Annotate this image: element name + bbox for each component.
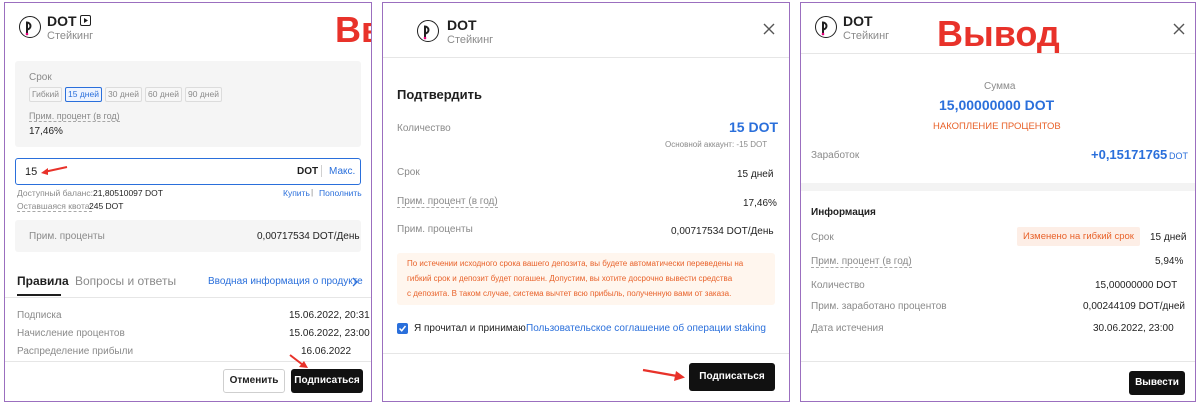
term-box (15, 61, 361, 147)
footer-divider (383, 353, 789, 354)
term-changed-badge: Изменено на гибкий срок (1017, 227, 1140, 246)
apr-label: Прим. процент (в год) (397, 196, 498, 208)
staking-enter-panel: DOT Стейкинг Ввод Срок Гибкий 15 дней 30… (4, 2, 372, 402)
term-option-90[interactable]: 90 дней (185, 87, 222, 102)
term-value: 15 дней (1150, 232, 1187, 243)
polkadot-logo-icon (815, 16, 837, 38)
earnings-label: Заработок (811, 150, 860, 161)
buy-link[interactable]: Купить (283, 188, 310, 198)
expiry-value: 30.06.2022, 23:00 (1093, 323, 1174, 334)
est-interest-value: 0,00717534 DOT/День (257, 231, 360, 242)
term-label: Срок (29, 72, 52, 83)
subscription-label: Подписка (17, 310, 62, 321)
term-option-60[interactable]: 60 дней (145, 87, 182, 102)
info-heading: Информация (811, 207, 876, 218)
interest-value: 0,00717534 DOT/День (671, 226, 774, 237)
qty-label: Количество (811, 280, 865, 291)
confirm-heading: Подтвердить (397, 87, 483, 102)
withdraw-button[interactable]: Вывести (1129, 371, 1185, 395)
tab-rules[interactable]: Правила (17, 274, 69, 288)
notice-line-1: По истечении исходного срока вашего депо… (407, 259, 744, 268)
agree-text: Я прочитал и принимаю (414, 323, 526, 334)
subscribe-button[interactable]: Подписаться (689, 363, 775, 391)
coin-name: DOT (843, 13, 873, 29)
max-button[interactable]: Макс. (329, 166, 355, 177)
notice-line-2: гибкий срок и депозит будет погашен. Доп… (407, 274, 733, 283)
interest-accrual-label: Начисление процентов (17, 328, 125, 339)
term-option-30[interactable]: 30 дней (105, 87, 142, 102)
section-separator (801, 183, 1195, 191)
term-option-flexible[interactable]: Гибкий (29, 87, 62, 102)
video-icon[interactable] (80, 15, 91, 26)
page-subtitle: Стейкинг (47, 30, 94, 42)
footer-divider (801, 361, 1195, 362)
header-divider (801, 53, 1195, 54)
coin-name: DOT (447, 17, 477, 33)
staking-confirm-panel: DOT Стейкинг Подтвердить Количество 15 D… (382, 2, 790, 402)
amount-unit: DOT (297, 166, 319, 177)
sum-label: Сумма (984, 81, 1016, 92)
apr-label: Прим. процент (в год) (811, 256, 912, 268)
profit-distribution-label: Распределение прибыли (17, 346, 134, 357)
earned-interest-label: Прим. заработано процентов (811, 301, 947, 312)
product-intro-link[interactable]: Вводная информация о продукте (208, 276, 363, 287)
status-label: НАКОПЛЕНИЕ ПРОЦЕНТОВ (933, 121, 1061, 132)
agree-checkbox[interactable] (397, 323, 408, 334)
main-account-note: Основной аккаунт: -15 DOT (665, 140, 768, 149)
user-agreement-link[interactable]: Пользовательское соглашение об операции … (526, 323, 766, 334)
quota-value: 245 DOT (89, 201, 124, 211)
close-icon[interactable] (1173, 23, 1185, 35)
qty-label: Количество (397, 123, 451, 134)
qty-value: 15 DOT (729, 119, 779, 135)
term-label: Срок (397, 167, 420, 178)
polkadot-logo-icon (19, 16, 41, 38)
close-icon[interactable] (763, 23, 775, 35)
interest-label: Прим. проценты (397, 224, 473, 235)
footer-divider (5, 361, 371, 362)
expiry-label: Дата истечения (811, 323, 884, 334)
apr-value: 17,46% (29, 126, 63, 137)
staking-withdraw-panel: DOT Стейкинг Вывод Сумма 15,00000000 DOT… (800, 2, 1196, 402)
tabs-divider (5, 297, 371, 298)
polkadot-logo-icon (417, 20, 439, 42)
earnings-unit: DOT (1169, 151, 1188, 161)
notice-line-3: с депозита. В таком случае, система вычт… (407, 289, 732, 298)
coin-name: DOT (47, 13, 77, 29)
subscription-value: 15.06.2022, 20:31 (289, 310, 370, 321)
arrow-annotation-icon (41, 166, 68, 175)
tab-rules-underline (17, 294, 61, 296)
available-balance-label: Доступный баланс: (17, 188, 93, 198)
subscribe-button[interactable]: Подписаться (291, 369, 363, 393)
arrow-annotation-icon (642, 368, 685, 381)
overlay-label-enter: Ввод (335, 9, 371, 50)
header-divider (383, 57, 789, 58)
apr-value: 5,94% (1155, 256, 1184, 267)
apr-value: 17,46% (743, 198, 777, 209)
apr-label: Прим. процент (в год) (29, 111, 120, 122)
overlay-label-withdraw: Вывод (937, 13, 1060, 54)
cancel-button[interactable]: Отменить (223, 369, 285, 393)
link-separator: | (311, 187, 314, 197)
page-subtitle: Стейкинг (843, 30, 890, 42)
deposit-link[interactable]: Пополнить (319, 188, 362, 198)
available-balance-value: 21,80510097 DOT (93, 188, 163, 198)
sum-value: 15,00000000 DOT (939, 97, 1055, 113)
est-interest-label: Прим. проценты (29, 231, 105, 242)
interest-accrual-value: 15.06.2022, 23:00 (289, 328, 370, 339)
quota-label: Оставшаяся квота: (17, 201, 92, 212)
term-value: 15 дней (737, 169, 774, 180)
check-icon (398, 325, 407, 332)
amount-value: 15 (25, 166, 38, 178)
qty-value: 15,00000000 DOT (1095, 280, 1178, 291)
tab-faq[interactable]: Вопросы и ответы (75, 274, 176, 288)
term-option-15[interactable]: 15 дней (65, 87, 102, 102)
chevron-right-icon[interactable] (351, 277, 359, 287)
earnings-value: +0,15171765 (1091, 147, 1168, 162)
page-subtitle: Стейкинг (447, 34, 494, 46)
earned-interest-value: 0,00244109 DOT/дней (1083, 301, 1186, 312)
input-divider (321, 165, 322, 177)
term-label: Срок (811, 232, 834, 243)
